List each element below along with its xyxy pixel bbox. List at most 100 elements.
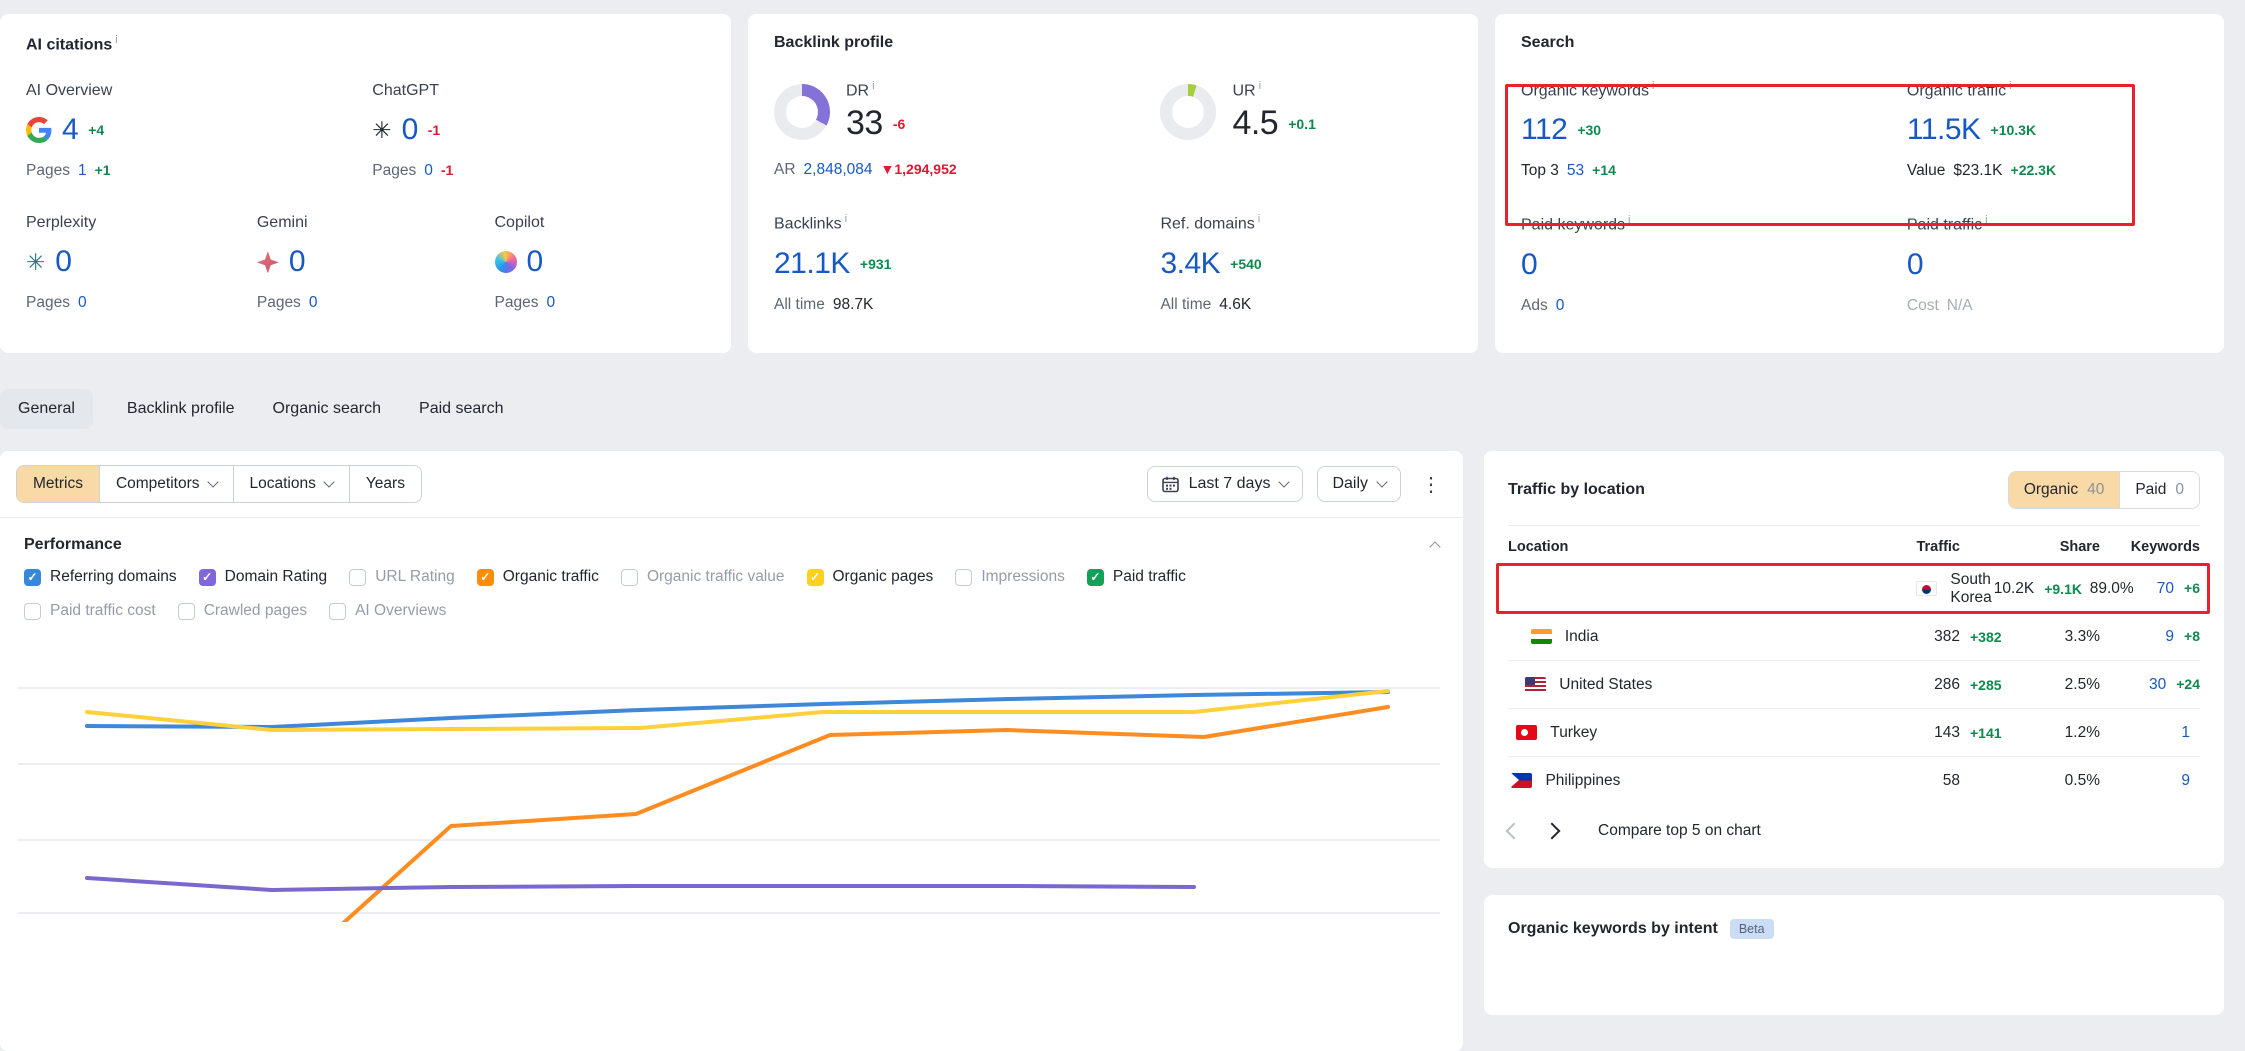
ur-label: UR — [1232, 80, 1315, 100]
tab-paid-search[interactable]: Paid search — [415, 389, 508, 429]
segment-years[interactable]: Years — [349, 466, 421, 502]
checkbox-paid-traffic-cost[interactable]: Paid traffic cost — [24, 602, 156, 620]
top3-value[interactable]: 53 — [1567, 162, 1584, 180]
ai-engine-ai-overview: AI Overview 4 +4 Pages1+1 — [26, 82, 372, 180]
segment-competitors[interactable]: Competitors — [99, 466, 233, 502]
info-icon[interactable] — [1259, 80, 1261, 92]
top3-delta: +14 — [1592, 162, 1616, 178]
checkbox-referring-domains[interactable]: Referring domains — [24, 568, 177, 586]
chatgpt-value[interactable]: 0 — [402, 113, 418, 147]
ads-value[interactable]: 0 — [1556, 297, 1565, 315]
traffic-value: 286 — [1896, 676, 1960, 694]
collapse-chevron-up-icon[interactable] — [1429, 541, 1440, 552]
location-name: India — [1565, 628, 1896, 646]
organic-keywords-by-intent-card: Organic keywords by intent Beta — [1484, 895, 2224, 1015]
traffic-value: 58 — [1896, 772, 1960, 790]
location-row-south-korea[interactable]: South Korea 10.2K +9.1K 89.0% 70+6 — [1508, 564, 2200, 612]
chevron-down-icon — [207, 476, 218, 487]
ai-overview-delta: +4 — [88, 122, 104, 138]
backlinks-block: Backlinks 21.1K+931 All time98.7K — [774, 213, 1160, 313]
toggle-organic[interactable]: Organic40 — [2009, 472, 2120, 508]
tab-general[interactable]: General — [0, 389, 93, 429]
keywords-value[interactable]: 70 — [2157, 580, 2174, 598]
ai-overview-value[interactable]: 4 — [62, 113, 78, 147]
prev-page-chevron-icon[interactable] — [1506, 823, 1523, 840]
info-icon[interactable] — [1985, 214, 1987, 226]
info-icon[interactable] — [115, 34, 117, 46]
paid-traffic-value[interactable]: 0 — [1907, 248, 1923, 282]
info-icon[interactable] — [1628, 214, 1630, 226]
checkbox-organic-pages[interactable]: Organic pages — [807, 568, 934, 586]
location-row-philippines[interactable]: Philippines 58 0.5% 9 — [1508, 756, 2200, 804]
tab-organic-search[interactable]: Organic search — [269, 389, 386, 429]
next-page-chevron-icon[interactable] — [1544, 823, 1561, 840]
gemini-value[interactable]: 0 — [289, 245, 305, 279]
top3-label: Top 3 — [1521, 162, 1559, 180]
paid-traffic-block: Paid traffic 0 CostN/A — [1907, 214, 2198, 314]
toggle-paid[interactable]: Paid0 — [2119, 472, 2199, 508]
info-icon[interactable] — [2009, 80, 2011, 92]
perplexity-value[interactable]: 0 — [55, 245, 71, 279]
ref-domains-label: Ref. domains — [1160, 213, 1452, 233]
keywords-value[interactable]: 9 — [2165, 628, 2174, 646]
date-range-button[interactable]: Last 7 days — [1147, 466, 1304, 502]
granularity-button[interactable]: Daily — [1317, 466, 1401, 502]
ar-value[interactable]: 2,848,084 — [804, 161, 873, 179]
compare-top5-link[interactable]: Compare top 5 on chart — [1598, 822, 1761, 840]
checkbox-box — [477, 569, 494, 586]
keywords-value[interactable]: 30 — [2149, 676, 2166, 694]
checkbox-ai-overviews[interactable]: AI Overviews — [329, 602, 446, 620]
ar-delta: ▼1,294,952 — [881, 161, 957, 177]
info-icon[interactable] — [872, 80, 874, 92]
checkbox-paid-traffic[interactable]: Paid traffic — [1087, 568, 1186, 586]
backlinks-delta: +931 — [860, 256, 892, 272]
ur-delta: +0.1 — [1288, 116, 1316, 132]
search-card: Search Organic keywords 112+30 Top 353+1… — [1495, 14, 2224, 353]
pages-label: Pages — [257, 294, 301, 312]
organic-traffic-value[interactable]: 11.5K — [1907, 113, 1981, 147]
ai-engine-perplexity: Perplexity ✳ 0 Pages0 — [26, 214, 257, 312]
flag-icon — [1511, 773, 1532, 788]
checkbox-impressions[interactable]: Impressions — [955, 568, 1065, 586]
segment-locations[interactable]: Locations — [233, 466, 349, 502]
ads-label: Ads — [1521, 297, 1548, 315]
checkbox-crawled-pages[interactable]: Crawled pages — [178, 602, 307, 620]
pages-value[interactable]: 0 — [78, 294, 87, 312]
info-icon[interactable] — [845, 213, 847, 225]
paid-keywords-value[interactable]: 0 — [1521, 248, 1537, 282]
pages-value[interactable]: 0 — [424, 162, 433, 180]
dr-delta: -6 — [893, 116, 905, 132]
info-icon[interactable] — [1258, 213, 1260, 225]
dr-value: 33 — [846, 104, 883, 143]
checkbox-box — [621, 569, 638, 586]
paid-count: 0 — [2175, 481, 2184, 499]
share-value: 89.0% — [2082, 580, 2134, 598]
ref-domains-value[interactable]: 3.4K — [1160, 247, 1220, 281]
traffic-by-location-title: Traffic by location — [1508, 481, 1645, 499]
ai-citations-title: AI citations — [26, 34, 705, 54]
organic-paid-toggle: Organic40 Paid0 — [2008, 471, 2200, 509]
info-icon[interactable] — [1652, 80, 1654, 92]
segment-metrics[interactable]: Metrics — [17, 466, 99, 502]
organic-keywords-value[interactable]: 112 — [1521, 113, 1567, 147]
keywords-value[interactable]: 1 — [2181, 724, 2190, 742]
backlinks-value[interactable]: 21.1K — [774, 247, 850, 281]
checkbox-domain-rating[interactable]: Domain Rating — [199, 568, 328, 586]
location-row-india[interactable]: India 382 +382 3.3% 9+8 — [1508, 612, 2200, 660]
location-row-united-states[interactable]: United States 286 +285 2.5% 30+24 — [1508, 660, 2200, 708]
pages-value[interactable]: 1 — [78, 162, 87, 180]
ai-citations-card: AI citations AI Overview 4 +4 Pages1+1 C… — [0, 14, 731, 353]
location-row-turkey[interactable]: Turkey 143 +141 1.2% 1 — [1508, 708, 2200, 756]
location-name: Philippines — [1545, 772, 1896, 790]
pages-value[interactable]: 0 — [309, 294, 318, 312]
kebab-menu-icon[interactable]: ⋮ — [1415, 472, 1447, 497]
checkbox-url-rating[interactable]: URL Rating — [349, 568, 455, 586]
keywords-value[interactable]: 9 — [2181, 772, 2190, 790]
checkbox-box — [1087, 569, 1104, 586]
pages-value[interactable]: 0 — [546, 294, 555, 312]
copilot-value[interactable]: 0 — [527, 245, 543, 279]
tab-backlink-profile[interactable]: Backlink profile — [123, 389, 239, 429]
alltime-label: All time — [1160, 296, 1211, 314]
checkbox-organic-traffic[interactable]: Organic traffic — [477, 568, 599, 586]
checkbox-organic-traffic-value[interactable]: Organic traffic value — [621, 568, 785, 586]
